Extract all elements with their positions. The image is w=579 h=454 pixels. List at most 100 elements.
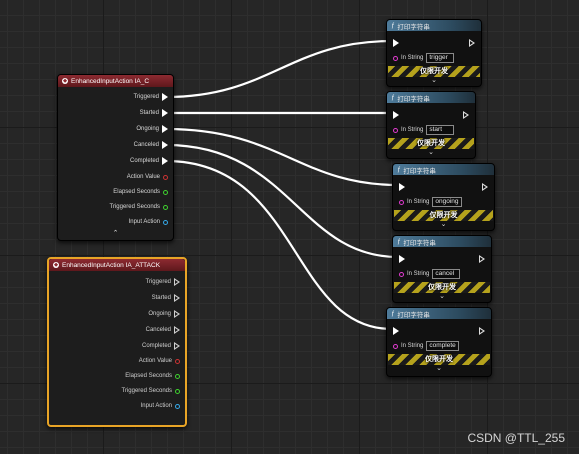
exec-in-pin-icon[interactable] xyxy=(393,327,399,335)
exec-out-pin-icon[interactable] xyxy=(469,39,475,47)
print-string-node-cancel[interactable]: ƒ 打印字符串 In String cancel 仅限开发 ⌄ xyxy=(392,235,492,303)
print-node-title: 打印字符串 xyxy=(397,95,430,103)
exec-out-pin-icon[interactable] xyxy=(162,109,168,117)
pin-input-action[interactable]: Input Action xyxy=(141,403,180,409)
float-pin-icon[interactable] xyxy=(163,189,168,195)
print-string-node-trigger[interactable]: ƒ 打印字符串 In String trigger 仅限开发 ⌄ xyxy=(386,19,482,87)
print-string-node-complete[interactable]: ƒ 打印字符串 In String complete 仅限开发 ⌄ xyxy=(386,307,492,377)
in-string-input[interactable]: complete xyxy=(426,341,459,351)
print-node-title: 打印字符串 xyxy=(397,23,430,31)
print-node-header[interactable]: ƒ 打印字符串 xyxy=(387,92,475,103)
function-f-icon: ƒ xyxy=(391,310,395,317)
float-pin-icon[interactable] xyxy=(175,388,180,394)
string-pin-icon[interactable] xyxy=(393,343,398,349)
pin-canceled[interactable]: Canceled xyxy=(146,326,180,334)
event-node-header[interactable]: ◆ EnhancedInputAction IA_C xyxy=(58,75,173,87)
float-pin-icon[interactable] xyxy=(175,373,180,379)
print-node-title: 打印字符串 xyxy=(403,167,436,175)
in-string-input[interactable]: cancel xyxy=(432,269,461,279)
event-node-icon: ◆ xyxy=(62,78,68,84)
watermark-text: CSDN @TTL_255 xyxy=(467,431,565,445)
pin-triggered-seconds[interactable]: Triggered Seconds xyxy=(110,204,168,210)
function-f-icon: ƒ xyxy=(391,22,395,29)
expand-arrow-icon[interactable]: ⌄ xyxy=(393,220,494,228)
pin-completed[interactable]: Completed xyxy=(130,157,168,165)
expand-arrow-icon[interactable]: ⌄ xyxy=(393,292,491,300)
in-string-input[interactable]: ongoing xyxy=(432,197,462,207)
exec-out-pin-icon[interactable] xyxy=(174,326,180,334)
print-node-title: 打印字符串 xyxy=(397,311,430,319)
event-node-header[interactable]: ◆ EnhancedInputAction IA_ATTACK xyxy=(49,259,185,271)
struct-pin-icon[interactable] xyxy=(163,174,168,180)
exec-wire-canceled[interactable] xyxy=(165,143,399,259)
pin-canceled[interactable]: Canceled xyxy=(134,141,168,149)
pin-started[interactable]: Started xyxy=(140,109,168,117)
pin-action-value[interactable]: Action Value xyxy=(127,174,168,180)
in-string-row: In String complete xyxy=(393,341,459,351)
function-f-icon: ƒ xyxy=(397,238,401,245)
exec-out-pin-icon[interactable] xyxy=(174,310,180,318)
pin-ongoing[interactable]: Ongoing xyxy=(148,310,180,318)
expand-arrow-icon[interactable]: ⌄ xyxy=(387,76,481,84)
exec-out-pin-icon[interactable] xyxy=(162,93,168,101)
print-node-header[interactable]: ƒ 打印字符串 xyxy=(393,164,494,175)
string-pin-icon[interactable] xyxy=(399,199,404,205)
exec-out-pin-icon[interactable] xyxy=(479,255,485,263)
exec-wire-triggered[interactable] xyxy=(165,39,393,99)
print-string-node-start[interactable]: ƒ 打印字符串 In String start 仅限开发 ⌄ xyxy=(386,91,476,159)
exec-wire-completed[interactable] xyxy=(165,159,393,331)
exec-out-pin-icon[interactable] xyxy=(174,342,180,350)
exec-in-pin-icon[interactable] xyxy=(393,111,399,119)
print-string-node-ongoing[interactable]: ƒ 打印字符串 In String ongoing 仅限开发 ⌄ xyxy=(392,163,495,231)
exec-out-pin-icon[interactable] xyxy=(482,183,488,191)
exec-in-pin-icon[interactable] xyxy=(399,255,405,263)
in-string-row: In String cancel xyxy=(399,269,461,279)
print-node-title: 打印字符串 xyxy=(403,239,436,247)
event-node-title: EnhancedInputAction IA_C xyxy=(71,77,150,85)
exec-wire-ongoing[interactable] xyxy=(165,127,399,187)
pin-input-action[interactable]: Input Action xyxy=(129,219,168,225)
in-string-row: In String start xyxy=(393,125,455,135)
float-pin-icon[interactable] xyxy=(163,204,168,210)
in-string-row: In String ongoing xyxy=(399,197,462,207)
event-node-icon: ◆ xyxy=(53,262,59,268)
exec-out-pin-icon[interactable] xyxy=(174,278,180,286)
string-pin-icon[interactable] xyxy=(399,271,404,277)
print-node-header[interactable]: ƒ 打印字符串 xyxy=(393,236,491,247)
function-f-icon: ƒ xyxy=(391,94,395,101)
exec-out-pin-icon[interactable] xyxy=(162,125,168,133)
exec-out-pin-icon[interactable] xyxy=(463,111,469,119)
exec-in-pin-icon[interactable] xyxy=(393,39,399,47)
print-node-header[interactable]: ƒ 打印字符串 xyxy=(387,308,491,319)
pin-elapsed-seconds[interactable]: Elapsed Seconds xyxy=(125,373,180,379)
exec-out-pin-icon[interactable] xyxy=(162,141,168,149)
in-string-input[interactable]: start xyxy=(426,125,455,135)
in-string-row: In String trigger xyxy=(393,53,455,63)
string-pin-icon[interactable] xyxy=(393,55,398,61)
event-node-title: EnhancedInputAction IA_ATTACK xyxy=(62,261,161,269)
pin-started[interactable]: Started xyxy=(152,294,180,302)
event-node-ia-attack[interactable]: ◆ EnhancedInputAction IA_ATTACK Triggere… xyxy=(47,257,187,427)
exec-in-pin-icon[interactable] xyxy=(399,183,405,191)
collapse-arrow-icon[interactable]: ⌃ xyxy=(113,229,119,237)
print-node-header[interactable]: ƒ 打印字符串 xyxy=(387,20,481,31)
object-pin-icon[interactable] xyxy=(175,403,180,409)
expand-arrow-icon[interactable]: ⌄ xyxy=(387,364,491,372)
exec-out-pin-icon[interactable] xyxy=(479,327,485,335)
function-f-icon: ƒ xyxy=(397,166,401,173)
exec-out-pin-icon[interactable] xyxy=(162,157,168,165)
pin-ongoing[interactable]: Ongoing xyxy=(136,125,168,133)
pin-action-value[interactable]: Action Value xyxy=(139,358,180,364)
pin-triggered[interactable]: Triggered xyxy=(146,278,180,286)
string-pin-icon[interactable] xyxy=(393,127,398,133)
event-node-ia-c[interactable]: ◆ EnhancedInputAction IA_C Triggered Sta… xyxy=(57,74,174,241)
expand-arrow-icon[interactable]: ⌄ xyxy=(387,148,475,156)
object-pin-icon[interactable] xyxy=(163,219,168,225)
pin-elapsed-seconds[interactable]: Elapsed Seconds xyxy=(113,189,168,195)
pin-completed[interactable]: Completed xyxy=(142,342,180,350)
exec-out-pin-icon[interactable] xyxy=(174,294,180,302)
pin-triggered[interactable]: Triggered xyxy=(134,93,168,101)
in-string-input[interactable]: trigger xyxy=(426,53,455,63)
struct-pin-icon[interactable] xyxy=(175,358,180,364)
pin-triggered-seconds[interactable]: Triggered Seconds xyxy=(122,388,180,394)
